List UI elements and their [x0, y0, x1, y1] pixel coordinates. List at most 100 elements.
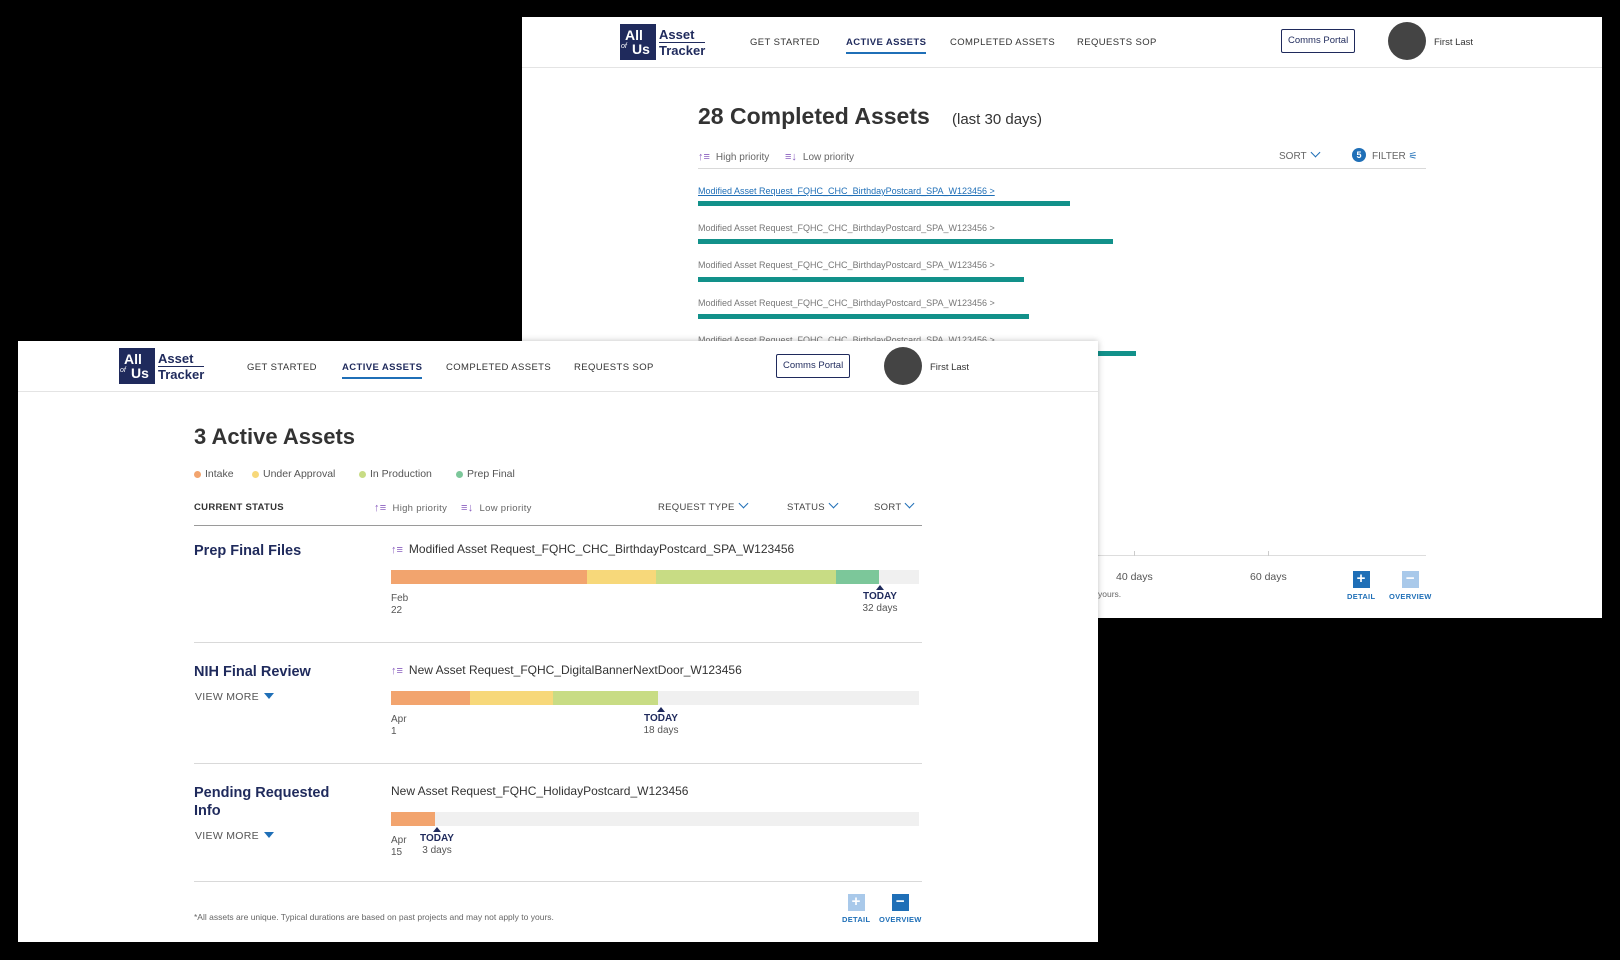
- chevron-down-icon: [738, 498, 749, 509]
- asset-timeline-bar[interactable]: [391, 691, 919, 705]
- intake-segment: [391, 812, 435, 826]
- sliders-icon: ⚟: [1408, 151, 1418, 162]
- overview-zoom-button[interactable]: − OVERVIEW: [879, 894, 922, 925]
- top-nav-bar: All of Us Asset Tracker GET STARTED ACTI…: [18, 341, 1098, 392]
- nav-requests-sop[interactable]: REQUESTS SOP: [1077, 37, 1157, 48]
- asset-timeline-bar[interactable]: [391, 812, 919, 826]
- nav-completed-assets[interactable]: COMPLETED ASSETS: [950, 37, 1055, 48]
- nav-requests-sop[interactable]: REQUESTS SOP: [574, 362, 654, 373]
- prep-final-segment: [836, 570, 879, 584]
- active-assets-window: All of Us Asset Tracker GET STARTED ACTI…: [18, 341, 1098, 942]
- detail-zoom-button[interactable]: + DETAIL: [1347, 571, 1375, 602]
- plus-icon: +: [1352, 571, 1370, 588]
- current-status-header: CURRENT STATUS: [194, 502, 284, 513]
- legend-prep-final: Prep Final: [456, 468, 515, 480]
- filter-count-badge: 5: [1352, 148, 1366, 162]
- completed-asset-link[interactable]: Modified Asset Request_FQHC_CHC_Birthday…: [698, 298, 995, 308]
- sort-low-priority[interactable]: ≡↓ Low priority: [785, 151, 854, 163]
- footnote: *All assets are unique. Typical duration…: [194, 912, 554, 922]
- plus-icon: +: [847, 894, 865, 911]
- user-name[interactable]: First Last: [930, 362, 969, 373]
- in-production-dot-icon: [359, 470, 366, 478]
- detail-zoom-button[interactable]: + DETAIL: [842, 894, 870, 925]
- overview-zoom-button[interactable]: − OVERVIEW: [1389, 571, 1432, 602]
- caret-up-icon: [433, 827, 441, 832]
- axis-tick: [1134, 551, 1135, 556]
- asset-tracker-logo[interactable]: All of Us Asset Tracker: [119, 348, 205, 384]
- all-of-us-logo-icon: All of Us: [119, 348, 155, 384]
- today-marker: TODAY 18 days: [631, 707, 691, 737]
- asset-tracker-logo[interactable]: All of Us Asset Tracker: [620, 24, 706, 60]
- stage-title: Prep Final Files: [194, 543, 302, 559]
- asset-timeline-bar[interactable]: [391, 570, 919, 584]
- page-title: 3 Active Assets: [194, 424, 356, 449]
- comms-portal-button[interactable]: Comms Portal: [776, 354, 851, 378]
- status-dropdown[interactable]: STATUS: [787, 498, 839, 513]
- timeline-start-date: Apr 15: [391, 835, 407, 858]
- divider: [698, 168, 1426, 169]
- axis-label: 60 days: [1250, 571, 1287, 583]
- sort-ascending-icon: ↑≡: [698, 151, 710, 163]
- high-priority-icon: ↑≡: [391, 665, 403, 677]
- sort-ascending-icon: ↑≡: [374, 502, 387, 514]
- completed-asset-link[interactable]: Modified Asset Request_FQHC_CHC_Birthday…: [698, 186, 995, 196]
- nav-completed-assets[interactable]: COMPLETED ASSETS: [446, 362, 551, 373]
- stage-title: Pending Requested Info: [194, 785, 330, 819]
- sort-descending-icon: ≡↓: [461, 502, 474, 514]
- view-more-button[interactable]: VIEW MORE: [195, 830, 274, 842]
- sort-high-priority[interactable]: ↑≡ High priority: [698, 151, 769, 163]
- request-type-dropdown[interactable]: REQUEST TYPE: [658, 498, 749, 513]
- asset-name[interactable]: ↑≡ New Asset Request_FQHC_DigitalBannerNe…: [391, 663, 742, 677]
- under-approval-segment: [587, 570, 656, 584]
- legend-under-approval: Under Approval: [252, 468, 335, 480]
- in-production-segment: [656, 570, 836, 584]
- chevron-down-icon: [904, 498, 915, 509]
- today-marker: TODAY 32 days: [850, 585, 910, 615]
- axis-label: 40 days: [1116, 571, 1153, 583]
- caret-up-icon: [876, 585, 884, 590]
- page-subtitle: (last 30 days): [952, 111, 1043, 128]
- user-avatar[interactable]: [1388, 22, 1426, 60]
- legend-intake: Intake: [194, 468, 234, 480]
- comms-portal-button[interactable]: Comms Portal: [1281, 29, 1356, 53]
- axis-tick: [1268, 551, 1269, 556]
- prep-final-dot-icon: [456, 470, 463, 478]
- under-approval-segment: [470, 691, 553, 705]
- user-name[interactable]: First Last: [1434, 37, 1473, 48]
- sort-high-priority[interactable]: ↑≡ High priority: [374, 502, 447, 514]
- completed-asset-bar: [698, 314, 1029, 319]
- asset-name[interactable]: ↑≡ Modified Asset Request_FQHC_CHC_Birthd…: [391, 542, 794, 556]
- nav-get-started[interactable]: GET STARTED: [247, 362, 317, 373]
- sort-low-priority[interactable]: ≡↓ Low priority: [461, 502, 532, 514]
- caret-down-icon: [263, 832, 274, 838]
- timeline-start-date: Apr 1: [391, 714, 407, 737]
- caret-down-icon: [263, 693, 274, 699]
- today-marker: TODAY 3 days: [412, 827, 462, 857]
- completed-asset-bar: [698, 239, 1113, 244]
- intake-dot-icon: [194, 470, 201, 478]
- filter-button[interactable]: FILTER ⚟: [1372, 151, 1417, 162]
- completed-asset-link[interactable]: Modified Asset Request_FQHC_CHC_Birthday…: [698, 223, 995, 233]
- nav-get-started[interactable]: GET STARTED: [750, 37, 820, 48]
- sort-dropdown[interactable]: SORT: [1279, 147, 1321, 162]
- completed-asset-bar: [698, 277, 1024, 282]
- completed-asset-bar: [698, 201, 1070, 206]
- asset-name[interactable]: New Asset Request_FQHC_HolidayPostcard_W…: [391, 784, 688, 798]
- high-priority-icon: ↑≡: [391, 544, 403, 556]
- legend-in-production: In Production: [359, 468, 432, 480]
- sort-descending-icon: ≡↓: [785, 151, 797, 163]
- minus-icon: −: [891, 894, 909, 911]
- divider: [194, 642, 922, 643]
- under-approval-dot-icon: [252, 470, 259, 478]
- footnote-fragment: yours.: [1098, 589, 1122, 599]
- sort-dropdown[interactable]: SORT: [874, 498, 915, 513]
- user-avatar[interactable]: [884, 347, 922, 385]
- nav-active-assets[interactable]: ACTIVE ASSETS: [846, 37, 927, 54]
- view-more-button[interactable]: VIEW MORE: [195, 691, 274, 703]
- intake-segment: [391, 570, 587, 584]
- divider: [194, 763, 922, 764]
- nav-active-assets[interactable]: ACTIVE ASSETS: [342, 362, 423, 379]
- intake-segment: [391, 691, 470, 705]
- completed-asset-link[interactable]: Modified Asset Request_FQHC_CHC_Birthday…: [698, 260, 995, 270]
- chevron-down-icon: [828, 498, 839, 509]
